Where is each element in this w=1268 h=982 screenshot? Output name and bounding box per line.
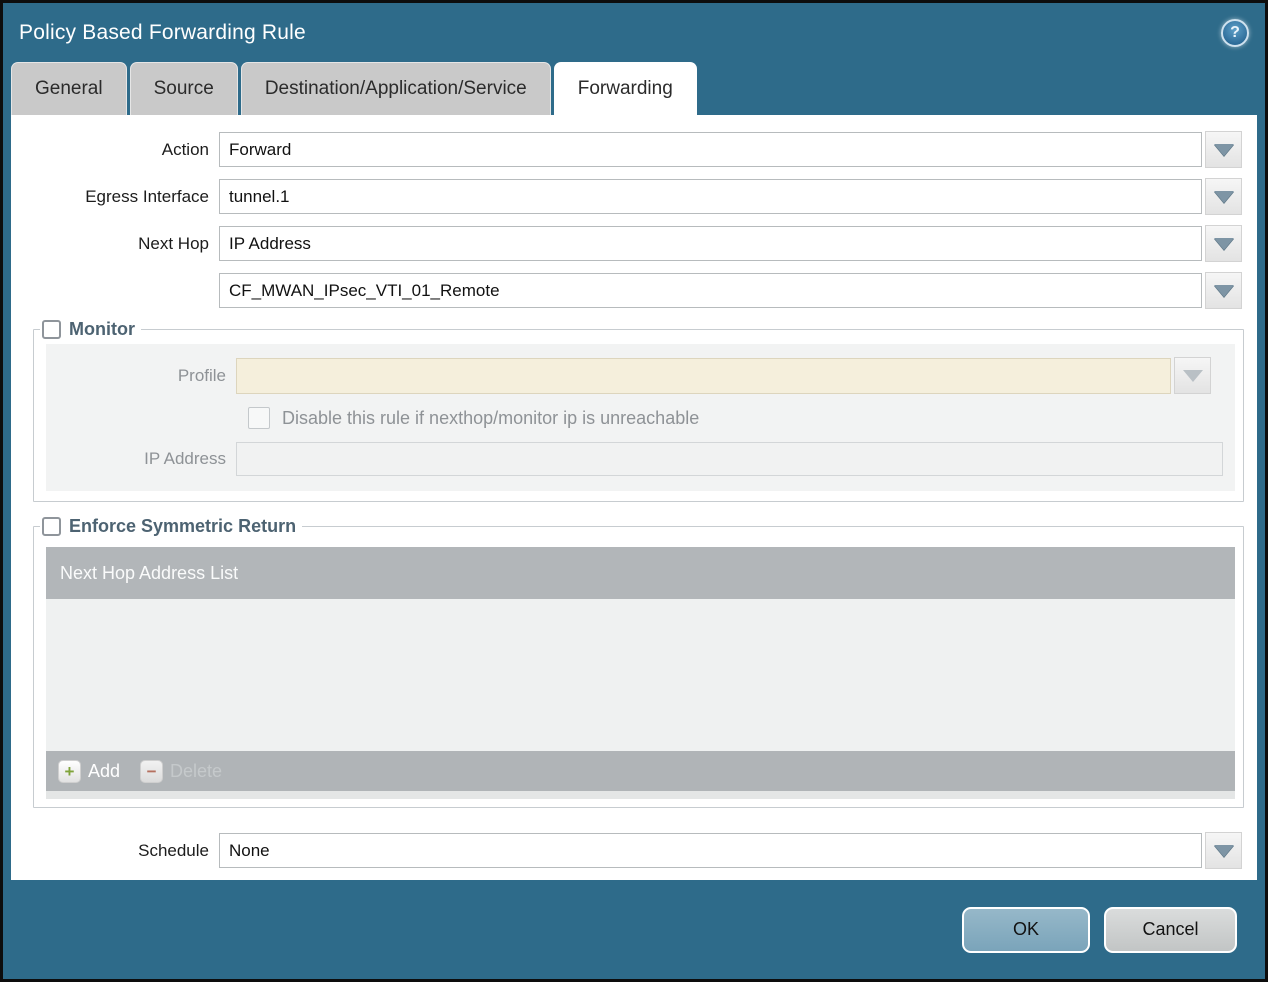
- profile-label: Profile: [177, 365, 226, 385]
- schedule-label: Schedule: [138, 840, 209, 860]
- tab-forwarding[interactable]: Forwarding: [553, 62, 697, 115]
- action-label: Action: [161, 139, 209, 159]
- disable-rule-label: Disable this rule if nexthop/monitor ip …: [282, 407, 700, 428]
- egress-interface-dropdown-button[interactable]: [1205, 178, 1242, 215]
- disable-rule-row: Disable this rule if nexthop/monitor ip …: [248, 407, 1235, 429]
- table-bottom-strip: [46, 791, 1235, 799]
- monitor-fieldset: Monitor Profile Disable this rule if nex…: [33, 319, 1244, 502]
- chevron-down-icon: [1213, 844, 1234, 857]
- chevron-down-icon: [1182, 369, 1203, 382]
- next-hop-address-list-table: Next Hop Address List + Add − Delete: [46, 547, 1235, 799]
- symmetric-return-fieldset: Enforce Symmetric Return Next Hop Addres…: [33, 516, 1244, 808]
- chevron-down-icon: [1213, 237, 1234, 250]
- action-select[interactable]: Forward: [219, 132, 1202, 167]
- dialog-title: Policy Based Forwarding Rule: [19, 20, 306, 44]
- symmetric-return-checkbox[interactable]: [42, 517, 61, 536]
- next-hop-address-list-body[interactable]: [46, 599, 1235, 751]
- profile-select: [236, 357, 1171, 394]
- disable-rule-checkbox: [248, 407, 270, 429]
- chevron-down-icon: [1213, 190, 1234, 203]
- action-row: Action Forward: [11, 131, 1242, 168]
- minus-icon: −: [140, 759, 164, 783]
- help-icon[interactable]: ?: [1221, 18, 1249, 47]
- schedule-select[interactable]: None: [219, 833, 1202, 868]
- next-hop-address-select[interactable]: CF_MWAN_IPsec_VTI_01_Remote: [219, 273, 1202, 308]
- egress-interface-row: Egress Interface tunnel.1: [11, 178, 1242, 215]
- dialog-titlebar: Policy Based Forwarding Rule ?: [3, 3, 1265, 62]
- symmetric-return-legend-label: Enforce Symmetric Return: [69, 516, 297, 536]
- action-dropdown-button[interactable]: [1205, 131, 1242, 168]
- monitor-panel: Profile Disable this rule if nexthop/mon…: [46, 344, 1235, 491]
- next-hop-address-dropdown-button[interactable]: [1205, 272, 1242, 309]
- ok-button[interactable]: OK: [962, 906, 1090, 953]
- profile-dropdown-button: [1174, 357, 1211, 394]
- forwarding-tab-panel: Action Forward Egress Interface tunnel.1…: [11, 115, 1257, 880]
- tab-general[interactable]: General: [11, 62, 127, 115]
- next-hop-dropdown-button[interactable]: [1205, 225, 1242, 262]
- next-hop-address-list-header: Next Hop Address List: [46, 547, 1235, 599]
- schedule-row: Schedule None: [11, 832, 1242, 869]
- monitor-checkbox[interactable]: [42, 320, 61, 339]
- delete-button-label: Delete: [170, 760, 223, 781]
- next-hop-address-row: CF_MWAN_IPsec_VTI_01_Remote: [11, 272, 1242, 309]
- add-button[interactable]: + Add: [58, 759, 121, 783]
- next-hop-type-select[interactable]: IP Address: [219, 226, 1202, 261]
- monitor-ip-address-label: IP Address: [144, 449, 226, 468]
- next-hop-label: Next Hop: [138, 233, 209, 253]
- tab-destination-application-service[interactable]: Destination/Application/Service: [240, 62, 551, 115]
- symmetric-return-legend: Enforce Symmetric Return: [40, 516, 302, 537]
- egress-interface-label: Egress Interface: [85, 186, 209, 206]
- add-button-label: Add: [88, 760, 121, 781]
- egress-interface-select[interactable]: tunnel.1: [219, 179, 1202, 214]
- cancel-button[interactable]: Cancel: [1104, 906, 1237, 953]
- monitor-legend: Monitor: [40, 319, 141, 340]
- delete-button: − Delete: [140, 759, 223, 783]
- chevron-down-icon: [1213, 284, 1234, 297]
- next-hop-address-list-toolbar: + Add − Delete: [46, 751, 1235, 791]
- schedule-dropdown-button[interactable]: [1205, 832, 1242, 869]
- profile-row: Profile: [46, 357, 1223, 394]
- monitor-ip-address-row: IP Address: [46, 442, 1235, 476]
- tab-source[interactable]: Source: [129, 62, 238, 115]
- monitor-ip-address-input: [236, 442, 1223, 476]
- dialog-footer: OK Cancel: [3, 880, 1265, 979]
- tab-strip: General Source Destination/Application/S…: [3, 62, 1265, 115]
- monitor-legend-label: Monitor: [69, 319, 135, 339]
- plus-icon: +: [58, 759, 81, 783]
- next-hop-row: Next Hop IP Address: [11, 225, 1242, 262]
- chevron-down-icon: [1213, 143, 1234, 156]
